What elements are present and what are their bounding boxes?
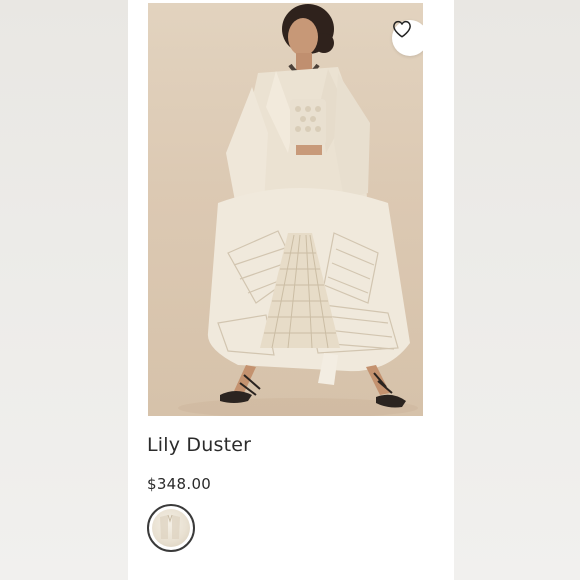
swatch-thumbnail bbox=[152, 509, 190, 547]
color-swatch-ivory[interactable] bbox=[147, 504, 195, 552]
product-image[interactable] bbox=[148, 3, 423, 416]
heart-outline-icon bbox=[393, 20, 411, 38]
product-title[interactable]: Lily Duster bbox=[147, 434, 251, 456]
garment-thumbnail-icon bbox=[160, 514, 180, 539]
right-background-panel bbox=[454, 0, 580, 580]
model-illustration bbox=[178, 4, 418, 416]
favorite-button[interactable] bbox=[392, 20, 423, 56]
left-background-panel bbox=[0, 0, 128, 580]
product-card[interactable]: Lily Duster $348.00 bbox=[128, 0, 454, 580]
product-price: $348.00 bbox=[147, 475, 212, 493]
